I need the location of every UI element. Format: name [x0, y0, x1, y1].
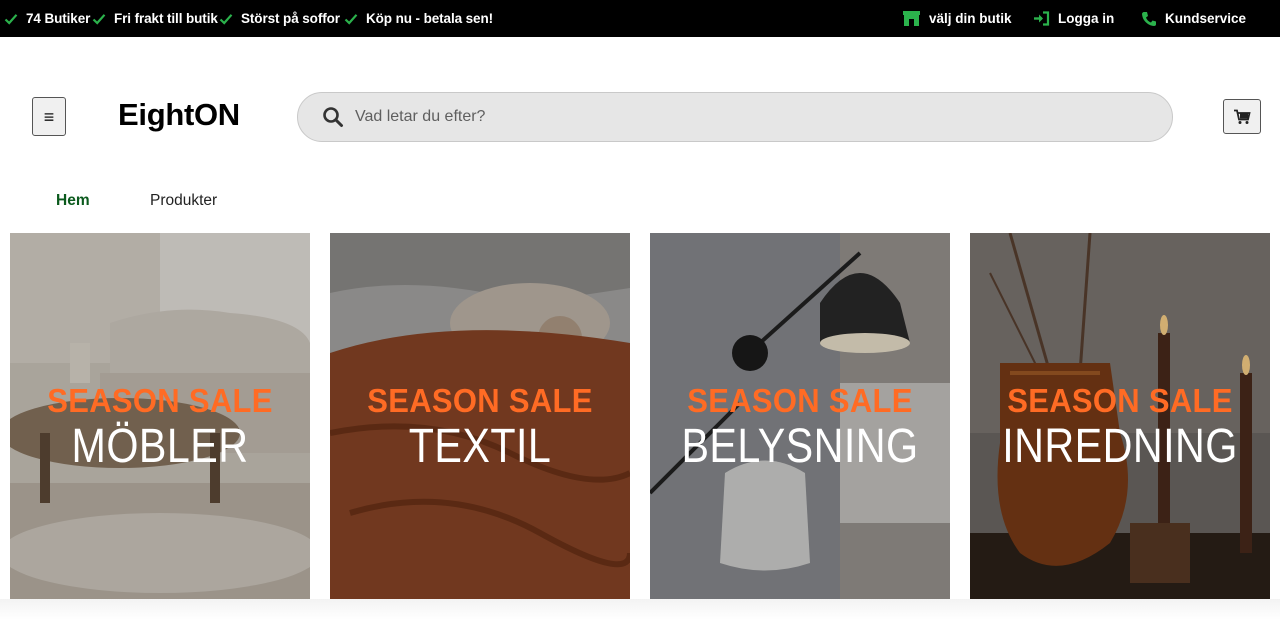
nav-products[interactable]: Produkter	[150, 192, 217, 210]
usp-stores: 74 Butiker	[4, 0, 90, 37]
customer-service-link[interactable]: Kundservice	[1141, 0, 1246, 37]
customer-service-label: Kundservice	[1165, 11, 1247, 26]
search-bar[interactable]	[297, 92, 1173, 142]
usp-sofas: Störst på soffor	[219, 0, 340, 37]
menu-icon: ≡	[43, 106, 55, 127]
cart-button[interactable]	[1223, 99, 1261, 134]
cart-icon	[1234, 109, 1251, 124]
phone-icon	[1142, 11, 1156, 26]
usp-label: Fri frakt till butik	[114, 11, 218, 26]
section-divider	[0, 599, 1280, 620]
store-icon	[903, 11, 920, 26]
tile-sale-label: SEASON SALE	[687, 381, 913, 420]
menu-button[interactable]: ≡	[32, 97, 66, 136]
usp-label: 74 Butiker	[26, 11, 91, 26]
check-icon	[92, 13, 106, 25]
tile-category-label: INREDNING	[1002, 420, 1238, 473]
tile-category-label: MÖBLER	[71, 420, 249, 473]
login-link[interactable]: Logga in	[1033, 0, 1114, 37]
login-label: Logga in	[1058, 11, 1115, 26]
category-tile-lighting[interactable]: SEASON SALE BELYSNING	[650, 233, 950, 599]
usp-pay-later: Köp nu - betala sen!	[344, 0, 493, 37]
top-promo-bar: 74 Butiker Fri frakt till butik Störst p…	[0, 0, 1280, 37]
usp-label: Köp nu - betala sen!	[366, 11, 494, 26]
site-logo[interactable]: EightON	[118, 97, 240, 133]
tile-category-label: BELYSNING	[681, 420, 919, 473]
category-tile-textile[interactable]: SEASON SALE TEXTIL	[330, 233, 630, 599]
tile-category-label: TEXTIL	[408, 420, 552, 473]
check-icon	[344, 13, 358, 25]
choose-store-link[interactable]: välj din butik	[902, 0, 1012, 37]
check-icon	[4, 13, 18, 25]
nav-home[interactable]: Hem	[56, 192, 90, 210]
tile-sale-label: SEASON SALE	[367, 381, 593, 420]
tile-sale-label: SEASON SALE	[47, 381, 273, 420]
category-tile-furniture[interactable]: SEASON SALE MÖBLER	[10, 233, 310, 599]
search-icon[interactable]	[322, 106, 344, 128]
login-icon	[1034, 11, 1050, 26]
tile-sale-label: SEASON SALE	[1007, 381, 1233, 420]
choose-store-label: välj din butik	[929, 11, 1012, 26]
check-icon	[219, 13, 233, 25]
category-tile-decor[interactable]: SEASON SALE INREDNING	[970, 233, 1270, 599]
usp-label: Störst på soffor	[241, 11, 340, 26]
usp-free-shipping: Fri frakt till butik	[92, 0, 218, 37]
search-input[interactable]	[355, 108, 1135, 126]
